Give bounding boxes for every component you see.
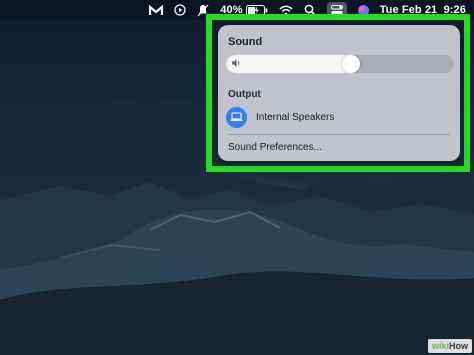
output-section-label: Output <box>228 89 261 100</box>
wikihow-watermark: wikiHow <box>427 339 472 353</box>
speaker-icon <box>231 58 242 72</box>
volume-slider-fill <box>226 55 351 73</box>
divider <box>228 134 450 135</box>
watermark-part2: How <box>449 341 468 351</box>
laptop-icon <box>226 106 247 128</box>
play-circle-icon[interactable] <box>174 0 186 20</box>
output-device-internal-speakers[interactable]: Internal Speakers <box>226 106 452 128</box>
volume-slider-knob[interactable] <box>342 55 360 73</box>
gmail-icon[interactable] <box>149 0 164 20</box>
sound-panel: Sound Output Internal Speakers Sound Pre… <box>218 25 460 161</box>
panel-title: Sound <box>228 36 263 48</box>
watermark-part1: wiki <box>431 341 449 351</box>
output-device-label: Internal Speakers <box>256 111 335 123</box>
volume-slider[interactable] <box>226 55 454 73</box>
sound-preferences-link[interactable]: Sound Preferences... <box>228 142 322 153</box>
